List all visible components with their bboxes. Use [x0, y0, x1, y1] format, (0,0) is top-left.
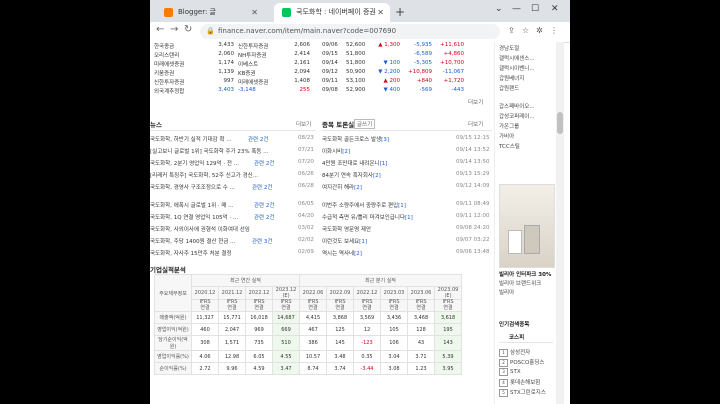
table-row: 09/14 51,800 ▼ 100 -5,305 +10,700 [322, 60, 464, 66]
naver-favicon-icon [282, 8, 291, 17]
financials-title: 기업실적분석 [150, 266, 186, 274]
list-item[interactable]: 국도화학, 1Q 연결 영업익 105억 · ... 관련 2건 04/20 [150, 213, 314, 221]
ad-subtitle[interactable]: 빌리아 브랜드위크 [499, 279, 541, 287]
page-content: 한국종금 3,433 신한투자증권 2,606 오리스탠리 2,060 NH투자… [150, 42, 556, 404]
list-item[interactable]: 국도화학, 자사주 15만주 처분 결정 02/09 [150, 249, 314, 257]
sidebar-item[interactable]: 갤럭시이벤니... [499, 64, 535, 72]
star-icon[interactable]: ☆ [522, 26, 529, 35]
table-row: 09/06 52,600 ▲ 1,300 -5,935 +11,610 [322, 42, 464, 48]
list-item[interactable]: [실고보니 글로벌 1위] 국도화학 주가 23% 폭등 ... 07/21 [150, 147, 314, 155]
annual-header: 최근 연간 실적 [191, 274, 300, 287]
financials-table: 주요재무정보 최근 연간 실적 최근 분기 실적 2020.12 2021.12… [154, 274, 462, 375]
list-item[interactable]: 역시는 역사네[2] 09/06 13:48 [322, 249, 489, 257]
address-bar[interactable]: 🔒 finance.naver.com/item/main.naver?code… [200, 24, 500, 39]
write-button[interactable]: 글쓰기 [354, 119, 376, 129]
close-tab-icon[interactable]: ✕ [251, 3, 258, 22]
list-item[interactable]: 여지간히 해라[2] 09/12 14:09 [322, 183, 489, 191]
reload-icon[interactable]: ↻ [184, 24, 192, 35]
list-item[interactable]: 이런것도 보세요[1] 09/07 03:22 [322, 237, 489, 245]
product-image [524, 225, 540, 254]
blogger-favicon-icon [164, 8, 173, 17]
lock-icon: 🔒 [206, 27, 215, 35]
board-title: 종목 토론실 [322, 121, 355, 129]
list-item[interactable]: 수급적 측면 유/틀리 마겨보인급니다[1] 09/11 12:00 [322, 213, 489, 221]
news-title: 뉴스 [150, 121, 162, 129]
sidebar-item[interactable]: 갑성코퍼레이... [499, 112, 535, 120]
list-item[interactable]: 국도화학, 에폭시 글로벌 1위 · 매 ... 관련 2건 06/05 [150, 201, 314, 209]
list-item[interactable]: 2 POSCO홀딩스 [499, 358, 545, 367]
share-icon[interactable]: ⇪ [508, 26, 515, 35]
label-header: 주요재무정보 [154, 274, 192, 312]
scrollbar-thumb[interactable] [557, 112, 563, 134]
table-row: 09/08 52,900 ▼ 400 -569 -443 [322, 87, 464, 93]
table-row: 영업이익률(%) 4.06 12.98 6.05 4.55 10.57 3.48 0.35… [154, 350, 462, 363]
table-row: 09/11 53,100 ▲ 200 +840 +1,720 [322, 78, 464, 84]
list-item[interactable]: 3 STX [499, 368, 521, 376]
list-item[interactable]: 국도화학 골든크로스 발생[3] 09/15 12:15 [322, 135, 489, 143]
right-sidebar: 경남도절 갤럭시에센스... 갤럭시이벤니... 갑원베녀지 갑원팬드 갑스페바… [494, 42, 556, 404]
sidebar-item[interactable]: TCC스틸 [499, 142, 520, 150]
forward-icon[interactable]: → [170, 24, 178, 35]
list-item[interactable]: 84분기 연속 흑자회사[2] 09/13 15:29 [322, 171, 489, 179]
table-row: 매출액(억원) 11,327 15,771 16,018 14,687 4,415 3,… [154, 311, 462, 324]
divider [150, 130, 316, 131]
sidebar-item[interactable]: 가온그룹 [499, 122, 519, 130]
ad-title[interactable]: 빌리아 인터파크 30% [499, 270, 551, 278]
new-tab-icon[interactable]: + [395, 3, 405, 21]
sidebar-item[interactable]: 갑스페바이오... [499, 102, 535, 110]
maximize-icon[interactable]: ☐ [531, 4, 539, 14]
list-item[interactable]: 국도화학, 주당 1400원 결산 현금 ... 관련 3건 02/02 [150, 237, 314, 245]
list-item[interactable]: 이화시비[2] 09/14 13:52 [322, 147, 489, 155]
tab-naver-finance[interactable]: 국도화학 : 네이버페이 증권 ✕ [274, 3, 390, 22]
url-text: finance.naver.com/item/main.naver?code=0… [218, 27, 397, 35]
scrollbar[interactable] [556, 42, 564, 404]
back-icon[interactable]: ← [156, 24, 164, 35]
browser-window: Blogger: 글 ✕ 국도화학 : 네이버페이 증권 ✕ + ⌄ — ☐ ✕… [150, 0, 570, 404]
sidebar-item[interactable]: 가비아 [499, 132, 514, 140]
product-image [508, 230, 522, 254]
ad-brand[interactable]: 빌리아 [499, 288, 514, 296]
list-item[interactable]: 국도화학, 경영사 구조조정으로 수 ... 관련 2건 06/28 [150, 183, 314, 191]
close-tab-icon[interactable]: ✕ [377, 3, 384, 22]
list-item[interactable]: 4만원 조만대로 내려온니[1] 09/14 13:50 [322, 159, 489, 167]
sidebar-item[interactable]: 갤럭시에센스... [499, 54, 535, 62]
table-row: 당기순이익(억원) 308 1,571 735 510 386 145 -123 106 43… [154, 335, 462, 351]
list-item[interactable]: 이번주 소량주에서 중량주로 편입[1] 09/11 08:49 [322, 201, 489, 209]
sidebar-item[interactable]: 갑원베녀지 [499, 74, 524, 82]
list-item[interactable]: 국도화학 영문명 제안 09/08 24:20 [322, 225, 489, 233]
sidebar-item[interactable]: 갑원팬드 [499, 84, 519, 92]
news-more-link[interactable]: 더보기 [296, 120, 311, 128]
list-item[interactable]: 5 STX그린로지스 [499, 388, 546, 397]
quarter-header: 최근 분기 실적 [299, 274, 462, 287]
list-item[interactable]: 국도화학, 2분기 영업익 129억 · 전 ... 관련 2건 07/20 [150, 159, 314, 167]
tab-kospi[interactable]: 코스피 [509, 333, 524, 341]
close-window-icon[interactable]: ✕ [551, 4, 559, 14]
list-item[interactable]: 국도화학, 사외이사에 권형석 이화여대 선임 03/02 [150, 225, 314, 233]
browser-toolbar: ← → ↻ 🔒 finance.naver.com/item/main.nave… [150, 22, 570, 43]
table-row: 순이익률(%) 2.72 9.96 4.59 3.47 8.74 3.74 -3.44 3.… [154, 362, 462, 375]
divider [499, 342, 553, 343]
divider [322, 130, 492, 131]
tab-label: Blogger: 글 [178, 8, 217, 16]
popular-title: 인기검색종목 [499, 322, 530, 328]
tab-bar: Blogger: 글 ✕ 국도화학 : 네이버페이 증권 ✕ + ⌄ — ☐ ✕ [150, 0, 570, 22]
extensions-icon[interactable]: ✲ [536, 26, 543, 35]
menu-icon[interactable]: ⋮ [550, 26, 558, 35]
chevron-down-icon[interactable]: ⌄ [495, 4, 503, 14]
list-item[interactable]: 국도화학, 하반기 실적 기대감 확 ... 관련 2건 08/23 [150, 135, 314, 143]
list-item[interactable]: [리레커 특징주] 국도화학, 52주 신고가 경신... 06/26 [150, 171, 314, 179]
table-row: 09/12 50,900 ▼ 2,200 +10,809 -11,067 [322, 69, 464, 75]
list-item[interactable]: 1 삼성전자 [499, 348, 530, 357]
tab-blogger[interactable]: Blogger: 글 ✕ [156, 3, 264, 22]
list-item[interactable]: 4 롯데손해보험 [499, 378, 540, 387]
board-more-link[interactable]: 더보기 [468, 120, 483, 128]
tab-label: 국도화학 : 네이버페이 증권 [296, 8, 376, 16]
daily-more-link[interactable]: 더보기 [468, 98, 483, 106]
sidebar-item[interactable]: 경남도절 [499, 44, 519, 52]
minimize-icon[interactable]: — [512, 4, 521, 14]
table-row: 09/15 51,800 -6,589 +4,860 [322, 51, 464, 57]
ad-image[interactable] [499, 184, 555, 268]
table-row: 영업이익(억원) 460 2,047 969 669 467 125 12 105 128 19… [154, 323, 462, 336]
